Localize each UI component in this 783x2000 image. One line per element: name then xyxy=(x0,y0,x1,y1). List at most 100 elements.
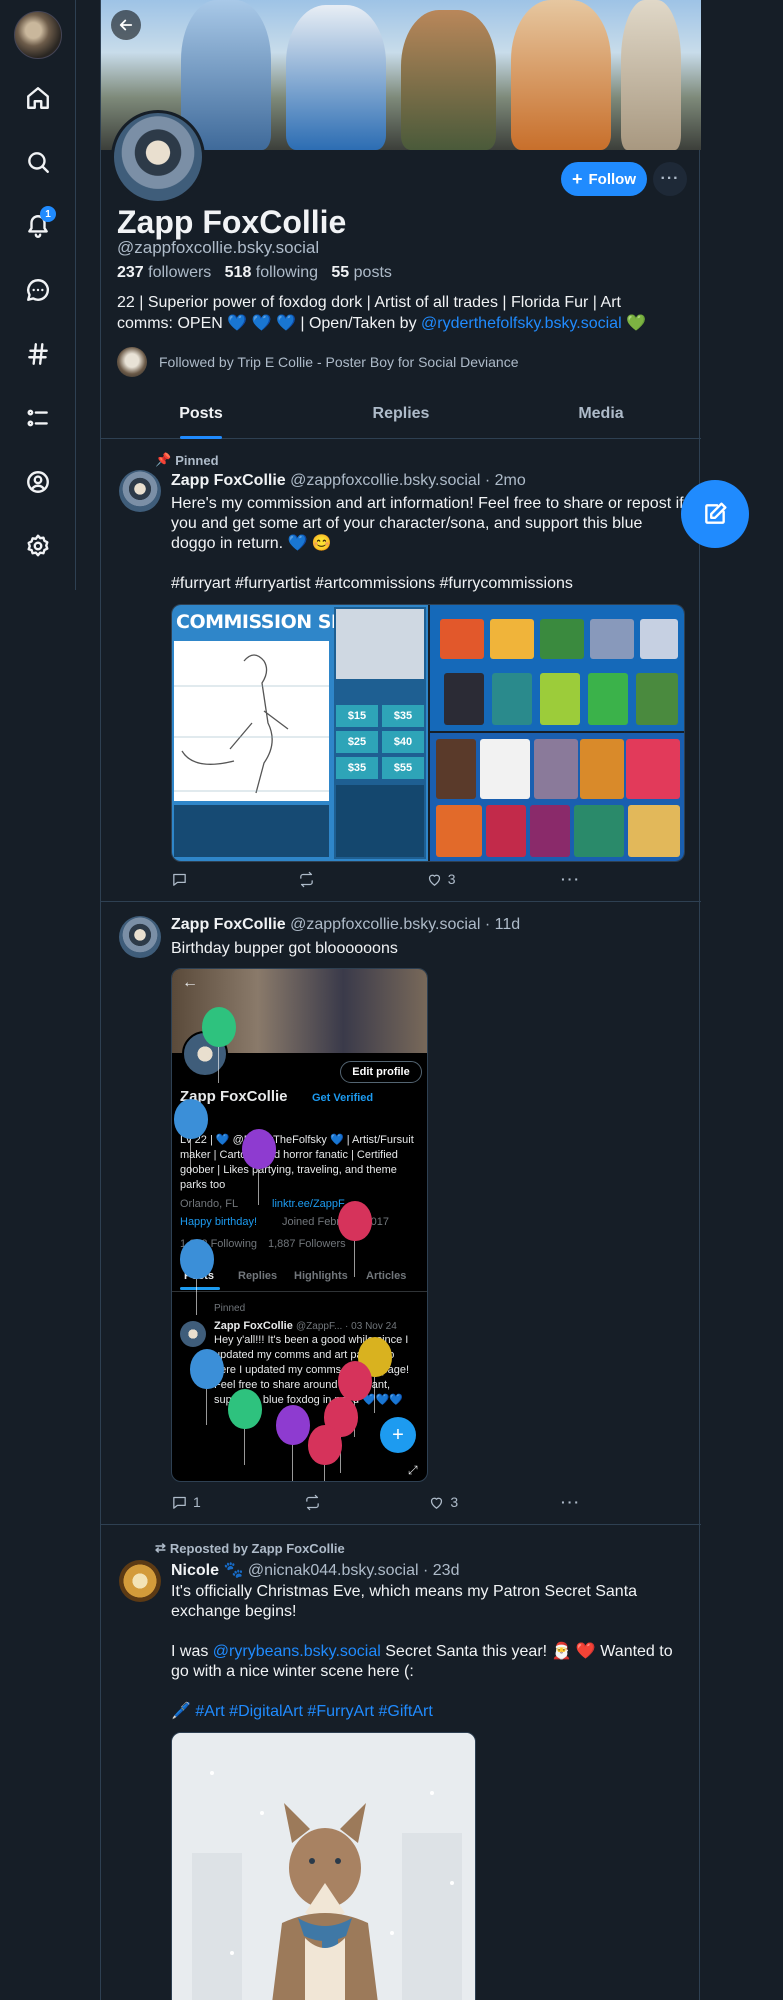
profile-handle: @zappfoxcollie.bsky.social xyxy=(117,238,320,257)
tab-media[interactable]: Media xyxy=(501,395,701,438)
posts-stat: 55 posts xyxy=(331,264,392,281)
screenshot-bio: Lv 22 | 💙 @RyderTheFolfsky 💙 | Artist/Fu… xyxy=(180,1134,414,1191)
post-author-name[interactable]: Nicole 🐾 xyxy=(171,1562,243,1579)
post-actions: 3 ··· xyxy=(171,870,581,888)
post-author-handle[interactable]: @nicnak044.bsky.social xyxy=(248,1562,419,1579)
bio-open-taken: | Open/Taken by xyxy=(295,315,422,332)
profile-stats: 237 followers 518 following 55 posts xyxy=(117,264,392,282)
post-time[interactable]: · 23d xyxy=(423,1562,459,1579)
following-link[interactable]: 518 following xyxy=(225,264,318,281)
post-text-part: I was xyxy=(171,1643,213,1660)
post-author-avatar[interactable] xyxy=(119,1560,161,1602)
post-time[interactable]: · 11d xyxy=(485,916,520,933)
commission-sheet-image[interactable]: COMMISSION SHEET $15 $35 $25 $40 $35 $55 xyxy=(171,604,685,862)
post-author-handle[interactable]: @zappfoxcollie.bsky.social xyxy=(290,916,480,933)
screenshot-edit-profile: Edit profile xyxy=(340,1061,422,1083)
bio-mention-link[interactable]: @ryderthefolfsky.bsky.social xyxy=(421,315,622,332)
post-text: Here's my commission and art information… xyxy=(171,495,684,552)
price-cell: $35 xyxy=(382,705,424,727)
price-cell: $40 xyxy=(382,731,424,753)
reply-button[interactable] xyxy=(171,871,193,888)
follow-button[interactable]: + Follow xyxy=(561,162,647,196)
feed-post[interactable]: 📌 Pinned Zapp FoxCollie @zappfoxcollie.b… xyxy=(101,440,701,902)
posts-count: 55 xyxy=(331,264,350,281)
profile-bio: 22 | Superior power of foxdog dork | Art… xyxy=(117,292,677,334)
post-hashtags[interactable]: #furryart #furryartist #artcommissions #… xyxy=(171,574,691,594)
price-cell: $35 xyxy=(336,757,378,779)
compose-post-button[interactable] xyxy=(681,480,749,548)
notifications-icon[interactable]: 1 xyxy=(18,206,58,246)
plus-icon: + xyxy=(571,169,583,189)
tab-posts[interactable]: Posts xyxy=(101,395,301,439)
post-more-button[interactable]: ··· xyxy=(561,871,581,887)
pinned-text: Pinned xyxy=(175,452,219,468)
green-balloon-icon xyxy=(228,1389,262,1465)
display-name: Zapp FoxCollie xyxy=(117,204,347,240)
red-balloon-icon xyxy=(308,1425,342,1481)
post-hashtags-row: 🖊️ #Art #DigitalArt #FurryArt #GiftArt xyxy=(171,1702,691,1722)
bio-green-heart: 💚 xyxy=(626,315,647,332)
repost-icon xyxy=(300,871,314,887)
post-author-name[interactable]: Zapp FoxCollie xyxy=(171,916,286,933)
profile-more-button[interactable]: ··· xyxy=(653,162,687,196)
followed-by-text: Followed by Trip E Collie - Poster Boy f… xyxy=(159,354,519,370)
pinned-label: 📌 Pinned xyxy=(155,452,219,468)
winter-art-image[interactable] xyxy=(171,1732,476,2000)
bio-hearts: 💙 💙 💙 xyxy=(227,315,296,332)
followed-by-row[interactable]: Followed by Trip E Collie - Poster Boy f… xyxy=(117,347,518,377)
repost-button[interactable] xyxy=(298,871,320,888)
post-author-avatar[interactable] xyxy=(119,470,161,512)
feed-post[interactable]: Zapp FoxCollie @zappfoxcollie.bsky.socia… xyxy=(101,902,701,1525)
repost-button[interactable] xyxy=(304,1494,326,1511)
profile-icon[interactable] xyxy=(18,462,58,502)
repost-small-icon: ⇄ xyxy=(155,1540,166,1555)
chat-icon[interactable] xyxy=(18,270,58,310)
search-icon[interactable] xyxy=(18,142,58,182)
birthday-screenshot-image[interactable]: ← Edit profile Zapp FoxCollie Get Verifi… xyxy=(171,968,428,1482)
profile-avatar[interactable] xyxy=(111,110,205,204)
profile-column: + Follow ··· Zapp FoxCollie @zappfoxcoll… xyxy=(100,0,701,2000)
post-mention-link[interactable]: @ryrybeans.bsky.social xyxy=(213,1643,381,1660)
post-text: It's officially Christmas Eve, which mea… xyxy=(171,1583,638,1620)
hashtag-feeds-icon[interactable] xyxy=(18,334,58,374)
expand-icon: ⤢ xyxy=(408,1463,418,1477)
like-button[interactable]: 3 xyxy=(426,871,456,888)
post-header: Nicole 🐾 @nicnak044.bsky.social · 23d xyxy=(171,1560,459,1580)
left-navigation: 1 xyxy=(0,0,76,590)
commission-sheet-left: COMMISSION SHEET $15 $35 $25 $40 $35 $55 xyxy=(172,605,428,861)
tab-replies[interactable]: Replies xyxy=(301,395,501,438)
purple-balloon-icon xyxy=(242,1129,276,1205)
screenshot-post-author: Zapp FoxCollie xyxy=(214,1320,293,1332)
lists-icon[interactable] xyxy=(18,398,58,438)
feed-post[interactable]: ⇄ Reposted by Zapp FoxCollie Nicole 🐾 @n… xyxy=(101,1526,701,2000)
screenshot-tab: Replies xyxy=(238,1270,278,1282)
red-balloon-icon xyxy=(338,1361,372,1437)
screenshot-location: Orlando, FL xyxy=(180,1198,239,1210)
home-icon[interactable] xyxy=(18,78,58,118)
post-author-avatar[interactable] xyxy=(119,916,161,958)
posts-label: posts xyxy=(353,264,392,281)
followers-label: followers xyxy=(148,264,212,281)
followers-link[interactable]: 237 followers xyxy=(117,264,211,281)
settings-gear-icon[interactable] xyxy=(18,526,58,566)
post-author-handle[interactable]: @zappfoxcollie.bsky.social xyxy=(290,472,480,489)
post-author-name[interactable]: Zapp FoxCollie xyxy=(171,472,286,489)
art-examples xyxy=(430,733,684,861)
post-text: Birthday bupper got bloooooons xyxy=(171,940,398,957)
reply-button[interactable]: 1 xyxy=(171,1494,201,1511)
arrow-left-icon xyxy=(119,19,133,31)
back-button[interactable] xyxy=(111,10,141,40)
like-count: 3 xyxy=(447,871,456,887)
followers-count: 237 xyxy=(117,264,144,281)
like-button[interactable]: 3 xyxy=(428,1494,458,1511)
following-count: 518 xyxy=(224,264,252,281)
post-time[interactable]: · 2mo xyxy=(485,472,526,489)
badge-examples xyxy=(430,605,684,731)
profile-tabs: Posts Replies Media xyxy=(101,395,701,439)
follower-avatar xyxy=(117,347,147,377)
screenshot-birthday: Happy birthday! xyxy=(180,1216,258,1228)
post-more-button[interactable]: ··· xyxy=(561,1494,581,1510)
notification-badge: 1 xyxy=(40,206,56,222)
post-hashtags[interactable]: #Art #DigitalArt #FurryArt #GiftArt xyxy=(195,1703,432,1720)
current-user-avatar[interactable] xyxy=(14,11,62,59)
